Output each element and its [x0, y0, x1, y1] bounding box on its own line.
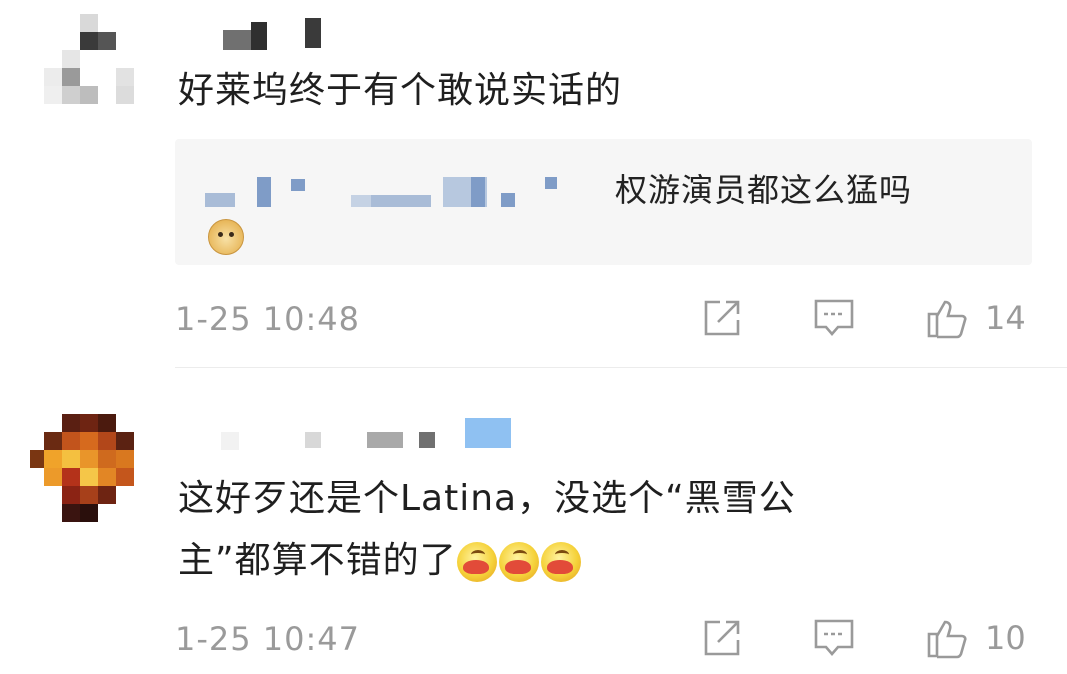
- share-icon: [704, 300, 740, 336]
- timestamp: 1-25 10:47: [175, 620, 361, 658]
- divider: [175, 367, 1067, 368]
- like-button[interactable]: 10: [925, 616, 1026, 660]
- comment-text: 好莱坞终于有个敢说实话的: [178, 70, 623, 111]
- drooling-emoji-icon: [456, 542, 497, 582]
- comment-icon: [814, 619, 854, 656]
- comment-button[interactable]: [812, 616, 856, 660]
- comment-text-line2-text: 主”都算不错的了: [178, 540, 457, 581]
- comment-text-line2: 主”都算不错的了: [178, 530, 796, 592]
- comment-text: 这好歹还是个Latina，没选个“黑雪公 主”都算不错的了: [178, 468, 796, 592]
- comment-text-line1: 这好歹还是个Latina，没选个“黑雪公: [178, 478, 796, 519]
- thumbs-up-icon: [927, 300, 967, 339]
- comment-item: 好莱坞终于有个敢说实话的 权游演员都这么猛吗 1-25 10:48 14: [0, 0, 1067, 368]
- comment-icon: [814, 299, 854, 336]
- comment-item: 这好歹还是个Latina，没选个“黑雪公 主”都算不错的了 1-25 10:47…: [0, 370, 1067, 674]
- like-count: 14: [985, 299, 1026, 337]
- reply-username[interactable]: [205, 173, 557, 213]
- reply-preview[interactable]: 权游演员都这么猛吗: [175, 139, 1032, 265]
- like-count: 10: [985, 619, 1026, 657]
- thumbs-up-icon: [927, 620, 967, 659]
- avatar[interactable]: [30, 414, 146, 530]
- share-icon: [704, 620, 740, 656]
- username[interactable]: [175, 14, 335, 54]
- reply-text: 权游演员都这么猛吗: [615, 171, 913, 209]
- share-button[interactable]: [700, 296, 744, 340]
- share-button[interactable]: [700, 616, 744, 660]
- doge-emoji-icon: [208, 219, 244, 255]
- drooling-emoji-icon: [540, 542, 581, 582]
- avatar[interactable]: [30, 14, 146, 130]
- drooling-emoji-icon: [498, 542, 539, 582]
- comment-button[interactable]: [812, 296, 856, 340]
- username[interactable]: [175, 414, 515, 454]
- like-button[interactable]: 14: [925, 296, 1026, 340]
- timestamp: 1-25 10:48: [175, 300, 361, 338]
